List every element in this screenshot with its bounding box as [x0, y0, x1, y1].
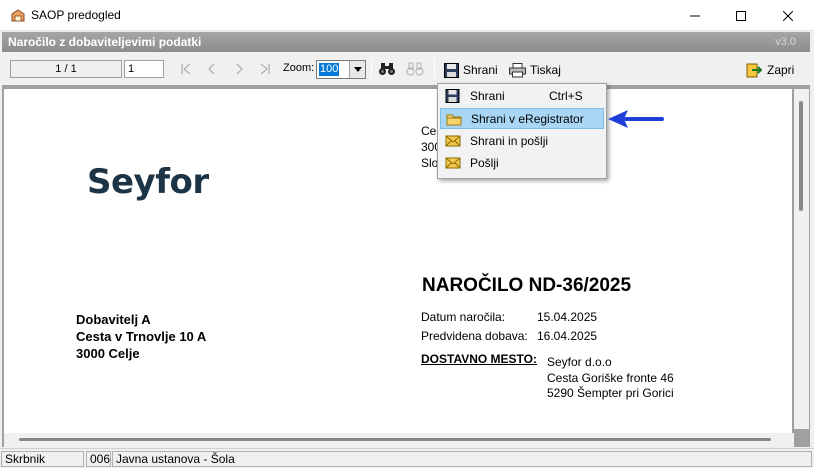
- menu-item-label: Shrani in pošlji: [470, 134, 549, 148]
- delivery-line: Cesta Goriške fronte 46: [547, 370, 674, 385]
- delivery-place-label: DOSTAVNO MESTO:: [421, 352, 538, 366]
- report-title: Naročilo z dobaviteljevimi podatki: [8, 35, 202, 49]
- horizontal-scroll-thumb[interactable]: [19, 438, 771, 441]
- status-bar: Skrbnik 006 Javna ustanova - Šola: [0, 448, 814, 468]
- chevron-down-icon[interactable]: [349, 61, 365, 78]
- toolbar-separator: [434, 59, 435, 79]
- close-report-button[interactable]: Zapri: [746, 60, 794, 80]
- envelope-icon: [445, 135, 461, 147]
- find-next-button[interactable]: [405, 60, 425, 78]
- first-page-icon: [181, 63, 191, 75]
- close-label: Zapri: [767, 63, 795, 77]
- close-icon: [783, 10, 793, 21]
- vertical-scroll-thumb[interactable]: [799, 101, 803, 211]
- order-date-value: 15.04.2025: [537, 310, 598, 324]
- window-titlebar: SAOP predogled: [0, 0, 814, 31]
- folder-icon: [446, 114, 462, 126]
- document-page: Seyfor Cel 300 Slo Dobavitelj A Cesta v …: [4, 89, 792, 433]
- page-counter: 1 / 1: [10, 60, 122, 78]
- menu-item-send[interactable]: Pošlji: [440, 153, 604, 174]
- previous-page-icon: [208, 63, 215, 75]
- maximize-button[interactable]: [718, 0, 764, 31]
- printer-icon: [509, 62, 526, 77]
- supplier-city: 3000 Celje: [76, 346, 140, 361]
- zoom-label: Zoom:: [283, 62, 315, 74]
- status-organization: Javna ustanova - Šola: [112, 451, 812, 467]
- order-date-label: Datum naročila:: [421, 310, 506, 324]
- exit-door-icon: [746, 63, 763, 77]
- last-page-button[interactable]: [257, 61, 273, 77]
- find-button[interactable]: [377, 60, 397, 78]
- company-logo: Seyfor: [87, 162, 209, 202]
- binoculars-icon: [379, 63, 395, 75]
- page-input[interactable]: 1: [124, 60, 164, 78]
- order-title: NAROČILO ND-36/2025: [422, 275, 632, 296]
- last-page-icon: [260, 63, 270, 75]
- delivery-date-value: 16.04.2025: [537, 329, 598, 343]
- toolbar: 1 / 1 1 Zoom: 100 Shrani Tiskaj Zapri: [2, 54, 810, 84]
- print-label: Tiskaj: [530, 63, 561, 77]
- previous-page-button[interactable]: [204, 61, 220, 77]
- minimize-button[interactable]: [672, 0, 718, 31]
- supplier-name: Dobavitelj A: [76, 312, 151, 327]
- save-menu: Shrani Ctrl+S Shrani v eRegistrator Shra…: [437, 83, 607, 179]
- delivery-line: Seyfor d.o.o: [547, 355, 612, 369]
- zoom-select[interactable]: 100: [316, 60, 366, 79]
- minimize-icon: [690, 15, 700, 16]
- version-label: v3.0: [775, 36, 796, 48]
- first-page-button[interactable]: [178, 61, 194, 77]
- supplier-address: Dobavitelj A Cesta v Trnovlje 10 A 3000 …: [76, 311, 206, 362]
- zoom-value: 100: [319, 63, 340, 76]
- menu-item-save[interactable]: Shrani Ctrl+S: [440, 86, 604, 107]
- app-icon: [10, 8, 26, 23]
- delivery-date-label: Predvidena dobava:: [421, 329, 528, 343]
- envelope-icon: [445, 157, 461, 169]
- status-user: Skrbnik: [1, 451, 84, 467]
- print-button[interactable]: Tiskaj: [509, 60, 561, 80]
- vertical-scrollbar[interactable]: [794, 89, 809, 429]
- next-page-button[interactable]: [231, 61, 247, 77]
- toolbar-separator: [371, 59, 372, 79]
- find-next-icon: [406, 62, 424, 76]
- delivery-line: 5290 Šempter pri Gorici: [547, 386, 674, 400]
- delivery-place-address: Seyfor d.o.o Cesta Goriške fronte 46 529…: [547, 355, 674, 402]
- menu-item-label: Pošlji: [470, 156, 499, 170]
- save-button[interactable]: Shrani: [444, 60, 498, 80]
- menu-item-shortcut: Ctrl+S: [549, 89, 583, 103]
- maximize-icon: [736, 10, 746, 21]
- menu-item-save-and-send[interactable]: Shrani in pošlji: [440, 131, 604, 152]
- floppy-disk-icon: [445, 89, 460, 103]
- floppy-disk-icon: [444, 62, 459, 78]
- menu-item-label: Shrani: [470, 89, 505, 103]
- horizontal-scrollbar[interactable]: [4, 433, 794, 447]
- menu-item-label: Shrani v eRegistrator: [471, 112, 584, 126]
- next-page-icon: [236, 63, 243, 75]
- supplier-street: Cesta v Trnovlje 10 A: [76, 329, 207, 344]
- window-title: SAOP predogled: [31, 8, 121, 22]
- report-header: Naročilo z dobaviteljevimi podatki v3.0: [2, 32, 810, 52]
- menu-item-save-eregistrator[interactable]: Shrani v eRegistrator: [440, 108, 604, 129]
- close-window-button[interactable]: [765, 0, 811, 31]
- save-label: Shrani: [463, 63, 498, 77]
- status-code: 006: [86, 451, 111, 467]
- annotation-arrow-icon: [608, 110, 664, 128]
